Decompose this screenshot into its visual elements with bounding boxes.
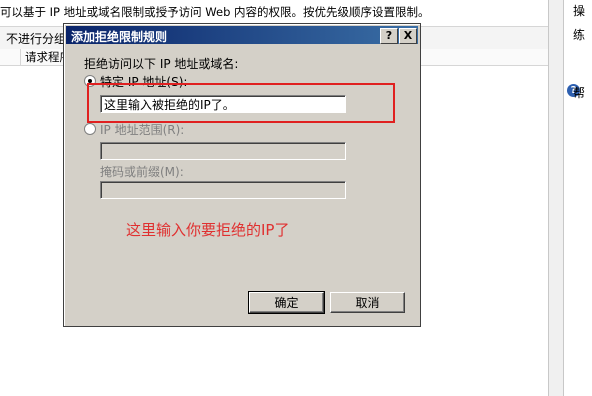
ip-range-input[interactable] bbox=[100, 142, 346, 160]
help-button[interactable]: ? bbox=[380, 28, 398, 44]
dialog-titlebar[interactable]: 添加拒绝限制规则 ? X bbox=[66, 26, 418, 44]
feature-description: 可以基于 IP 地址或域名限制或授予访问 Web 内容的权限。按优先级顺序设置限… bbox=[0, 5, 430, 19]
ip-range-radio[interactable] bbox=[84, 123, 96, 135]
dialog-title: 添加拒绝限制规则 bbox=[71, 30, 168, 44]
actions-panel: 操 练 ? 帮 bbox=[548, 0, 592, 396]
group-by-label: 不进行分组 bbox=[6, 32, 67, 46]
cancel-button[interactable]: 取消 bbox=[330, 292, 405, 313]
actions-heading: 操 bbox=[573, 4, 586, 18]
column-blank[interactable] bbox=[0, 49, 21, 65]
action-item[interactable]: 练 bbox=[573, 26, 585, 43]
panel-splitter[interactable] bbox=[549, 0, 564, 396]
ip-range-label[interactable]: IP 地址范围(R): bbox=[100, 121, 184, 138]
add-deny-restriction-dialog: 添加拒绝限制规则 ? X 拒绝访问以下 IP 地址或域名: 特定 IP 地址(S… bbox=[63, 23, 421, 327]
deny-prompt: 拒绝访问以下 IP 地址或域名: bbox=[84, 57, 239, 71]
help-link[interactable]: 帮 bbox=[573, 84, 585, 101]
annotation-highlight-box bbox=[87, 83, 395, 123]
mask-input[interactable] bbox=[100, 181, 346, 199]
annotation-text: 这里输入你要拒绝的IP了 bbox=[126, 221, 290, 239]
close-button[interactable]: X bbox=[399, 28, 417, 44]
ok-button[interactable]: 确定 bbox=[248, 291, 325, 314]
mask-label: 掩码或前缀(M): bbox=[100, 165, 184, 179]
